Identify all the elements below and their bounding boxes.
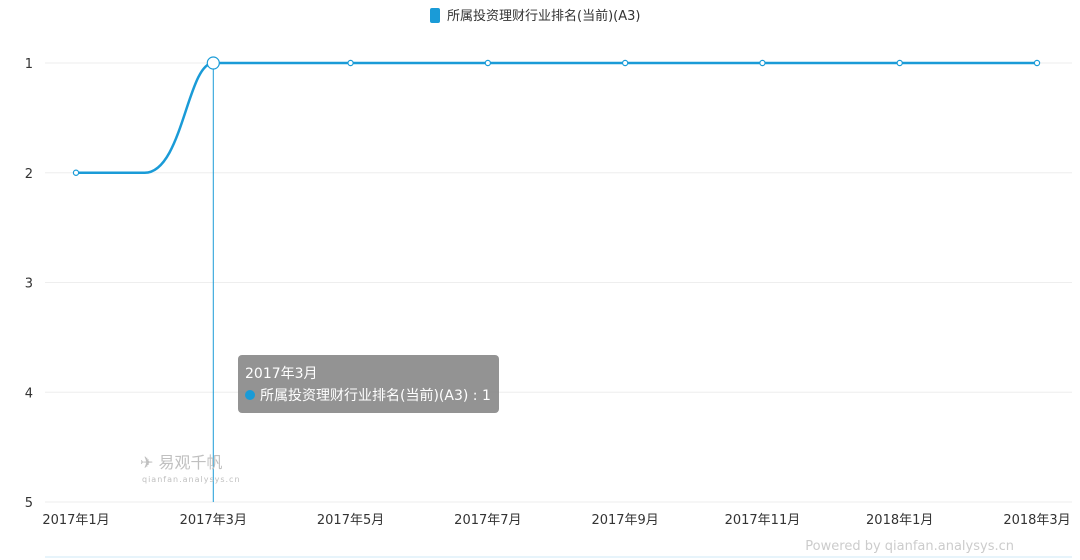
data-point[interactable] xyxy=(484,59,492,67)
y-tick-label: 3 xyxy=(25,277,33,292)
tooltip-series-dot xyxy=(245,390,255,400)
series-points xyxy=(72,56,1041,176)
data-point[interactable] xyxy=(896,59,903,67)
data-point[interactable] xyxy=(206,56,220,70)
series-line xyxy=(76,61,1037,174)
bird-icon: ✈ xyxy=(140,453,154,472)
x-tick-label: 2017年5月 xyxy=(317,513,384,528)
tooltip-title: 2017年3月 xyxy=(245,366,318,382)
x-tick-label: 2018年3月 xyxy=(1003,513,1070,528)
x-tick-label: 2018年1月 xyxy=(866,513,933,528)
x-tick-label: 2017年7月 xyxy=(454,513,521,528)
y-tick-label: 5 xyxy=(25,496,33,511)
data-point[interactable] xyxy=(621,59,629,67)
watermark: ✈ 易观千帆 qianfan.analysys.cn xyxy=(140,449,241,484)
data-point[interactable] xyxy=(72,169,80,176)
watermark-logo-text: 易观千帆 xyxy=(158,453,223,472)
chart-legend[interactable]: 所属投资理财行业排名(当前)(A3) xyxy=(430,8,640,24)
tooltip-value: 所属投资理财行业排名(当前)(A3) : 1 xyxy=(260,388,491,404)
x-axis: 2017年1月 2017年3月 2017年5月 2017年7月 2017年9月 2017年… xyxy=(42,513,1070,528)
watermark-url: qianfan.analysys.cn xyxy=(142,475,241,484)
legend-swatch xyxy=(430,8,440,23)
grid-lines xyxy=(45,62,1072,503)
chart-tooltip: 2017年3月 所属投资理财行业排名(当前)(A3) : 1 xyxy=(238,355,499,413)
watermark-logo: ✈ 易观千帆 xyxy=(140,449,241,473)
data-point[interactable] xyxy=(347,59,354,67)
x-tick-label: 2017年1月 xyxy=(42,513,109,528)
y-axis: 1 2 3 4 5 xyxy=(25,57,33,511)
tooltip-row: 所属投资理财行业排名(当前)(A3) : 1 xyxy=(245,385,491,407)
x-tick-label: 2017年3月 xyxy=(180,513,247,528)
data-point[interactable] xyxy=(1033,59,1041,67)
y-tick-label: 1 xyxy=(25,57,33,72)
x-tick-label: 2017年9月 xyxy=(591,513,658,528)
y-tick-label: 2 xyxy=(25,167,33,182)
legend-label: 所属投资理财行业排名(当前)(A3) xyxy=(447,8,640,24)
powered-by-link[interactable]: Powered by qianfan.analysys.cn xyxy=(805,539,1014,554)
data-point[interactable] xyxy=(759,59,766,67)
x-tick-label: 2017年11月 xyxy=(725,513,801,528)
y-tick-label: 4 xyxy=(25,386,33,401)
